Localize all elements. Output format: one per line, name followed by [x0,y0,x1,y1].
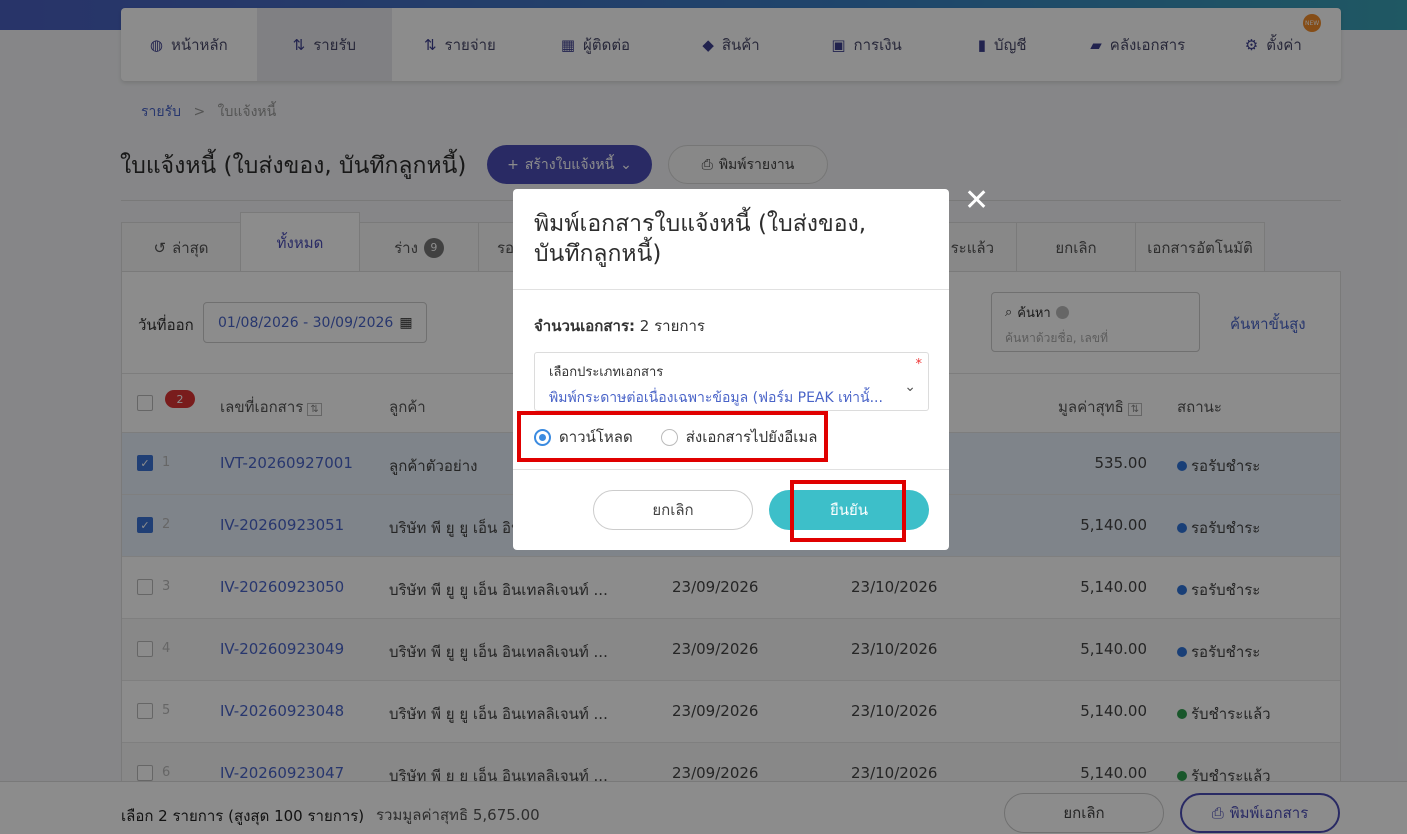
dialog-cancel-button[interactable]: ยกเลิก [593,490,753,530]
document-type-select[interactable]: เลือกประเภทเอกสาร พิมพ์กระดาษต่อเนื่องเฉ… [534,352,929,411]
close-icon[interactable]: ✕ [964,183,989,218]
chevron-down-icon: ⌄ [904,379,916,395]
document-count-label: จำนวนเอกสาร: [534,317,635,335]
dialog-footer-divider [513,469,949,470]
document-type-value: พิมพ์กระดาษต่อเนื่องเฉพาะข้อมูล (ฟอร์ม P… [549,390,883,406]
highlight-radio-group [517,411,828,462]
required-icon: * [915,357,923,372]
highlight-confirm-button [790,480,906,542]
document-count-value: 2 รายการ [639,317,705,335]
dialog-title: พิมพ์เอกสารใบแจ้งหนี้ (ใบส่งของ, บันทึกล… [534,211,867,267]
document-type-label: เลือกประเภทเอกสาร [549,365,664,380]
dialog-divider [513,289,949,290]
document-count: จำนวนเอกสาร: 2 รายการ [534,314,705,338]
